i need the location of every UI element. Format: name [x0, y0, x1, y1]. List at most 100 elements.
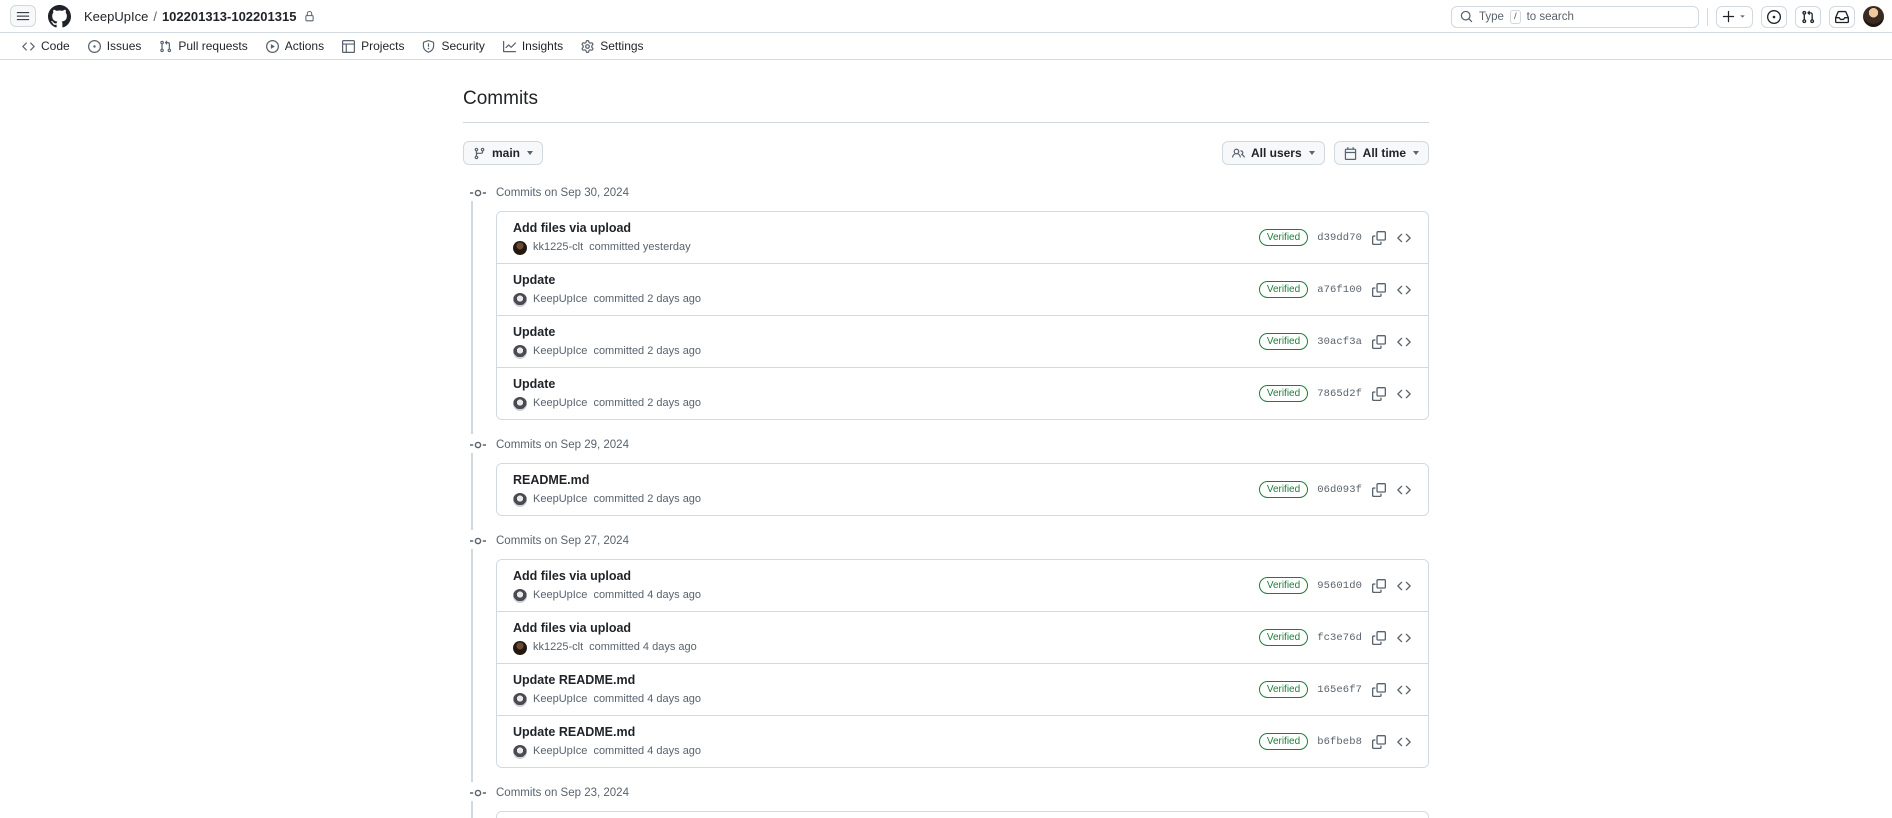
- timeline-rail: [471, 201, 473, 434]
- filter-users-button[interactable]: All users: [1221, 141, 1325, 165]
- commit-message-link[interactable]: Add files via upload: [513, 620, 697, 637]
- commit-sha[interactable]: 30acf3a: [1317, 336, 1362, 348]
- nav-item-issues[interactable]: Issues: [80, 36, 150, 56]
- commit-message-link[interactable]: README.md: [513, 472, 701, 489]
- author-avatar[interactable]: [513, 292, 527, 307]
- author-avatar[interactable]: [513, 396, 527, 411]
- author-avatar[interactable]: [513, 744, 527, 759]
- commit-message-link[interactable]: Update README.md: [513, 672, 701, 689]
- nav-item-security[interactable]: Security: [414, 36, 492, 56]
- status-badge-verified[interactable]: Verified: [1258, 629, 1309, 646]
- status-badge-verified[interactable]: Verified: [1258, 333, 1309, 350]
- commit-row[interactable]: README.md KeepUpIce committed 2 days ago Ve…: [497, 464, 1428, 515]
- breadcrumb-repo[interactable]: 102201313-102201315: [162, 9, 296, 24]
- commit-sha[interactable]: 7865d2f: [1317, 388, 1362, 400]
- copy-icon[interactable]: [1371, 482, 1387, 498]
- commit-row[interactable]: Update KeepUpIce committed 2 days ago Verif…: [497, 264, 1428, 316]
- browse-code-icon[interactable]: [1396, 578, 1412, 594]
- status-badge-verified[interactable]: Verified: [1258, 733, 1309, 750]
- breadcrumb-owner[interactable]: KeepUpIce: [84, 9, 148, 24]
- commit-group-spacer: [463, 768, 1429, 782]
- nav-item-pull-requests[interactable]: Pull requests: [151, 36, 255, 56]
- pull-requests-button[interactable]: [1795, 5, 1821, 28]
- commit-sha[interactable]: 06d093f: [1317, 484, 1362, 496]
- commit-row[interactable]: Add files via upload KeepUpIce committed 4…: [497, 560, 1428, 612]
- github-logo-icon[interactable]: [46, 3, 72, 29]
- nav-item-code[interactable]: Code: [14, 36, 78, 56]
- copy-icon[interactable]: [1371, 630, 1387, 646]
- commit-author-name[interactable]: KeepUpIce: [533, 588, 587, 603]
- browse-code-icon[interactable]: [1396, 334, 1412, 350]
- commit-author-name[interactable]: KeepUpIce: [533, 492, 587, 507]
- browse-code-icon[interactable]: [1396, 482, 1412, 498]
- commit-row[interactable]: Update README.md KeepUpIce committed 4 day…: [497, 716, 1428, 767]
- copy-icon[interactable]: [1371, 734, 1387, 750]
- create-new-button[interactable]: [1716, 5, 1753, 28]
- status-badge-verified[interactable]: Verified: [1258, 385, 1309, 402]
- commit-message-link[interactable]: Update: [513, 272, 701, 289]
- commit-row[interactable]: Update KeepUpIce committed 2 days ago Verif…: [497, 368, 1428, 419]
- issues-button[interactable]: [1761, 5, 1787, 28]
- browse-code-icon[interactable]: [1396, 630, 1412, 646]
- commit-author-name[interactable]: kk1225-clt: [533, 240, 583, 255]
- commit-node-icon: [469, 784, 487, 802]
- status-badge-verified[interactable]: Verified: [1258, 681, 1309, 698]
- copy-icon[interactable]: [1371, 230, 1387, 246]
- user-avatar[interactable]: [1863, 6, 1884, 27]
- commit-row[interactable]: README.mdKeepUpIcecommitted last weekVer…: [497, 812, 1428, 818]
- commit-sha[interactable]: a76f100: [1317, 284, 1362, 296]
- author-avatar[interactable]: [513, 692, 527, 707]
- commit-author-name[interactable]: KeepUpIce: [533, 744, 587, 759]
- commit-sha[interactable]: 165e6f7: [1317, 684, 1362, 696]
- commit-message-link[interactable]: Update: [513, 376, 701, 393]
- copy-icon[interactable]: [1371, 682, 1387, 698]
- commit-actions: Verified a76f100: [1258, 281, 1412, 298]
- commit-message-link[interactable]: Add files via upload: [513, 568, 701, 585]
- author-avatar[interactable]: [513, 492, 527, 507]
- author-avatar[interactable]: [513, 240, 527, 255]
- copy-icon[interactable]: [1371, 386, 1387, 402]
- browse-code-icon[interactable]: [1396, 386, 1412, 402]
- nav-item-insights[interactable]: Insights: [495, 36, 571, 56]
- commit-message-link[interactable]: Update: [513, 324, 701, 341]
- commit-author-line: KeepUpIce committed 2 days ago: [513, 344, 701, 359]
- browse-code-icon[interactable]: [1396, 734, 1412, 750]
- nav-item-settings[interactable]: Settings: [573, 36, 651, 56]
- search-input[interactable]: Type / to search: [1451, 5, 1699, 28]
- commit-author-name[interactable]: kk1225-clt: [533, 640, 583, 655]
- copy-icon[interactable]: [1371, 334, 1387, 350]
- commit-sha[interactable]: 95601d0: [1317, 580, 1362, 592]
- nav-item-projects[interactable]: Projects: [334, 36, 412, 56]
- notifications-inbox-button[interactable]: [1829, 5, 1855, 28]
- status-badge-verified[interactable]: Verified: [1258, 229, 1309, 246]
- copy-icon[interactable]: [1371, 282, 1387, 298]
- commit-row[interactable]: Add files via upload kk1225-clt committed …: [497, 212, 1428, 264]
- author-avatar[interactable]: [513, 344, 527, 359]
- commit-author-name[interactable]: KeepUpIce: [533, 344, 587, 359]
- author-avatar[interactable]: [513, 640, 527, 655]
- commit-sha[interactable]: b6fbeb8: [1317, 736, 1362, 748]
- commit-row[interactable]: Update README.md KeepUpIce committed 4 day…: [497, 664, 1428, 716]
- status-badge-verified[interactable]: Verified: [1258, 481, 1309, 498]
- commit-author-name[interactable]: KeepUpIce: [533, 292, 587, 307]
- filters-group: All users All time: [1221, 141, 1429, 165]
- browse-code-icon[interactable]: [1396, 282, 1412, 298]
- copy-icon[interactable]: [1371, 578, 1387, 594]
- browse-code-icon[interactable]: [1396, 230, 1412, 246]
- filter-time-button[interactable]: All time: [1333, 141, 1429, 165]
- status-badge-verified[interactable]: Verified: [1258, 577, 1309, 594]
- branch-selector-button[interactable]: main: [463, 141, 544, 165]
- hamburger-menu-button[interactable]: [10, 5, 36, 27]
- status-badge-verified[interactable]: Verified: [1258, 281, 1309, 298]
- browse-code-icon[interactable]: [1396, 682, 1412, 698]
- commit-message-link[interactable]: Update README.md: [513, 724, 701, 741]
- nav-item-actions[interactable]: Actions: [258, 36, 332, 56]
- commit-row[interactable]: Update KeepUpIce committed 2 days ago Verif…: [497, 316, 1428, 368]
- commit-author-name[interactable]: KeepUpIce: [533, 692, 587, 707]
- author-avatar[interactable]: [513, 588, 527, 603]
- commit-sha[interactable]: d39dd70: [1317, 232, 1362, 244]
- commit-message-link[interactable]: Add files via upload: [513, 220, 691, 237]
- commit-sha[interactable]: fc3e76d: [1317, 632, 1362, 644]
- commit-author-name[interactable]: KeepUpIce: [533, 396, 587, 411]
- commit-row[interactable]: Add files via upload kk1225-clt committed …: [497, 612, 1428, 664]
